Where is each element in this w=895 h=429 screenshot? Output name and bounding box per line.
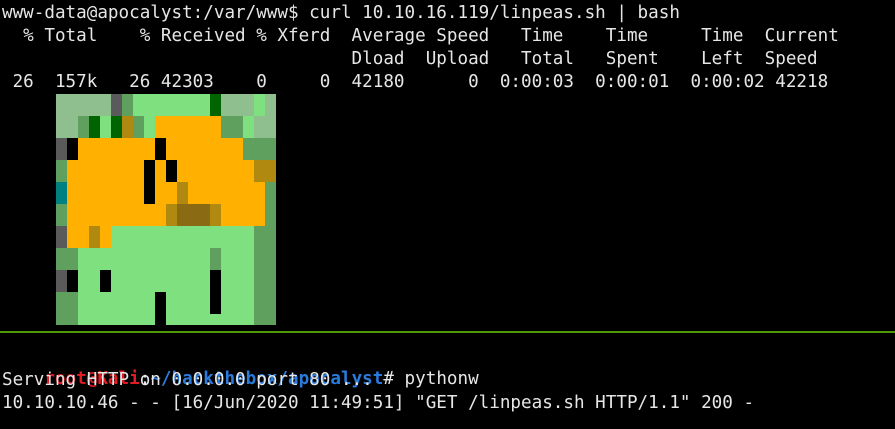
pane-divider xyxy=(0,331,895,333)
curl-progress-header: % Total % Received % Xferd Average Speed… xyxy=(2,26,839,46)
prompt-line: root@Kali:~/hackthebox/apocalyst# python… xyxy=(2,346,478,389)
curl-command-line: www-data@apocalyst:/var/www$ curl 10.10.… xyxy=(2,3,680,23)
linpeas-peas-pixel-art-icon xyxy=(56,94,276,325)
local-shell-pane[interactable]: root@Kali:~/hackthebox/apocalyst# python… xyxy=(0,334,895,429)
typed-command: pythonw xyxy=(393,369,479,389)
curl-progress-stats: 26 157k 26 42303 0 0 42180 0 0:00:03 0:0… xyxy=(2,72,829,92)
remote-shell-pane[interactable]: www-data@apocalyst:/var/www$ curl 10.10.… xyxy=(0,0,895,330)
prompt-symbol: # xyxy=(383,369,394,389)
curl-progress-subheader: Dload Upload Total Spent Left Speed xyxy=(2,49,818,69)
server-output-line: Serving HTTP on 0.0.0.0 port 80 ... xyxy=(2,370,373,390)
server-log-line: 10.10.10.46 - - [16/Jun/2020 11:49:51] "… xyxy=(2,393,755,413)
